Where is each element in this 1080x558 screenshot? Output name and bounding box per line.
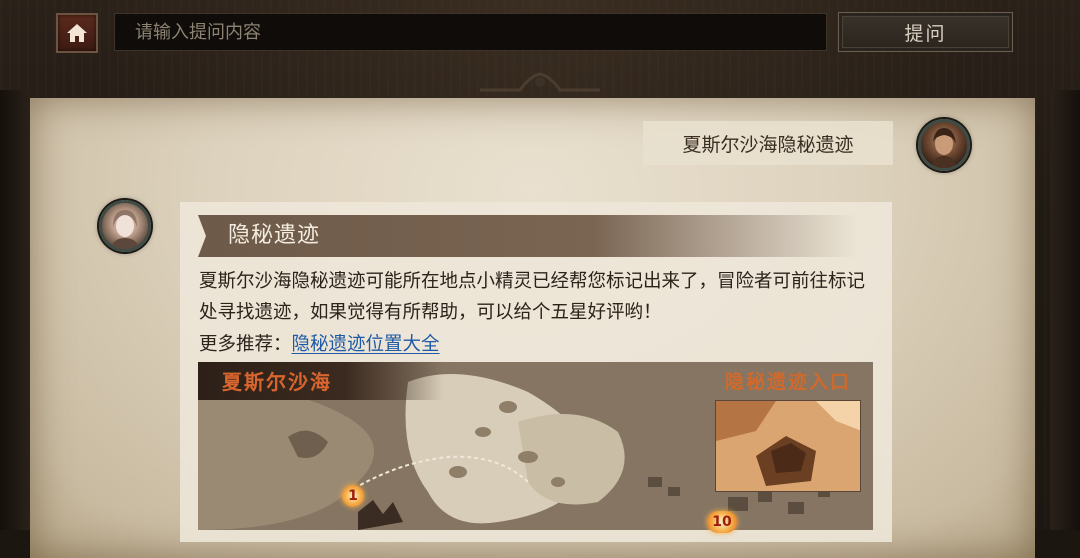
home-button[interactable] <box>56 13 98 53</box>
assistant-avatar <box>99 200 151 252</box>
ask-button-label: 提问 <box>904 22 947 45</box>
map-region-label: 夏斯尔沙海 <box>222 370 332 394</box>
more-recommendation: 更多推荐：隐秘遗迹位置大全 <box>199 329 440 360</box>
ruins-entrance-thumbnail <box>715 400 861 492</box>
more-prefix: 更多推荐： <box>199 334 292 355</box>
frame-edge-left <box>0 90 30 530</box>
user-avatar <box>918 119 970 171</box>
search-input[interactable] <box>114 13 827 51</box>
map-marker-1[interactable]: 1 <box>342 485 364 507</box>
question-bubble: 夏斯尔沙海隐秘遗迹 <box>643 121 893 165</box>
answer-body: 夏斯尔沙海隐秘遗迹可能所在地点小精灵已经帮您标记出来了，冒险者可前往标记处寻找遗… <box>199 271 866 323</box>
user-face-icon <box>931 128 957 168</box>
ask-button[interactable]: 提问 <box>838 12 1013 52</box>
question-text: 夏斯尔沙海隐秘遗迹 <box>682 133 854 156</box>
home-icon <box>67 24 87 42</box>
assistant-face-icon <box>111 210 139 249</box>
divider-ornament <box>480 72 600 92</box>
more-link[interactable]: 隐秘遗迹位置大全 <box>292 334 440 355</box>
ruins-entrance-label: 隐秘遗迹入口 <box>725 371 852 393</box>
ruins-scene <box>716 401 860 491</box>
frame-edge-right <box>1050 90 1080 530</box>
answer-title: 隐秘遗迹 <box>228 223 321 248</box>
